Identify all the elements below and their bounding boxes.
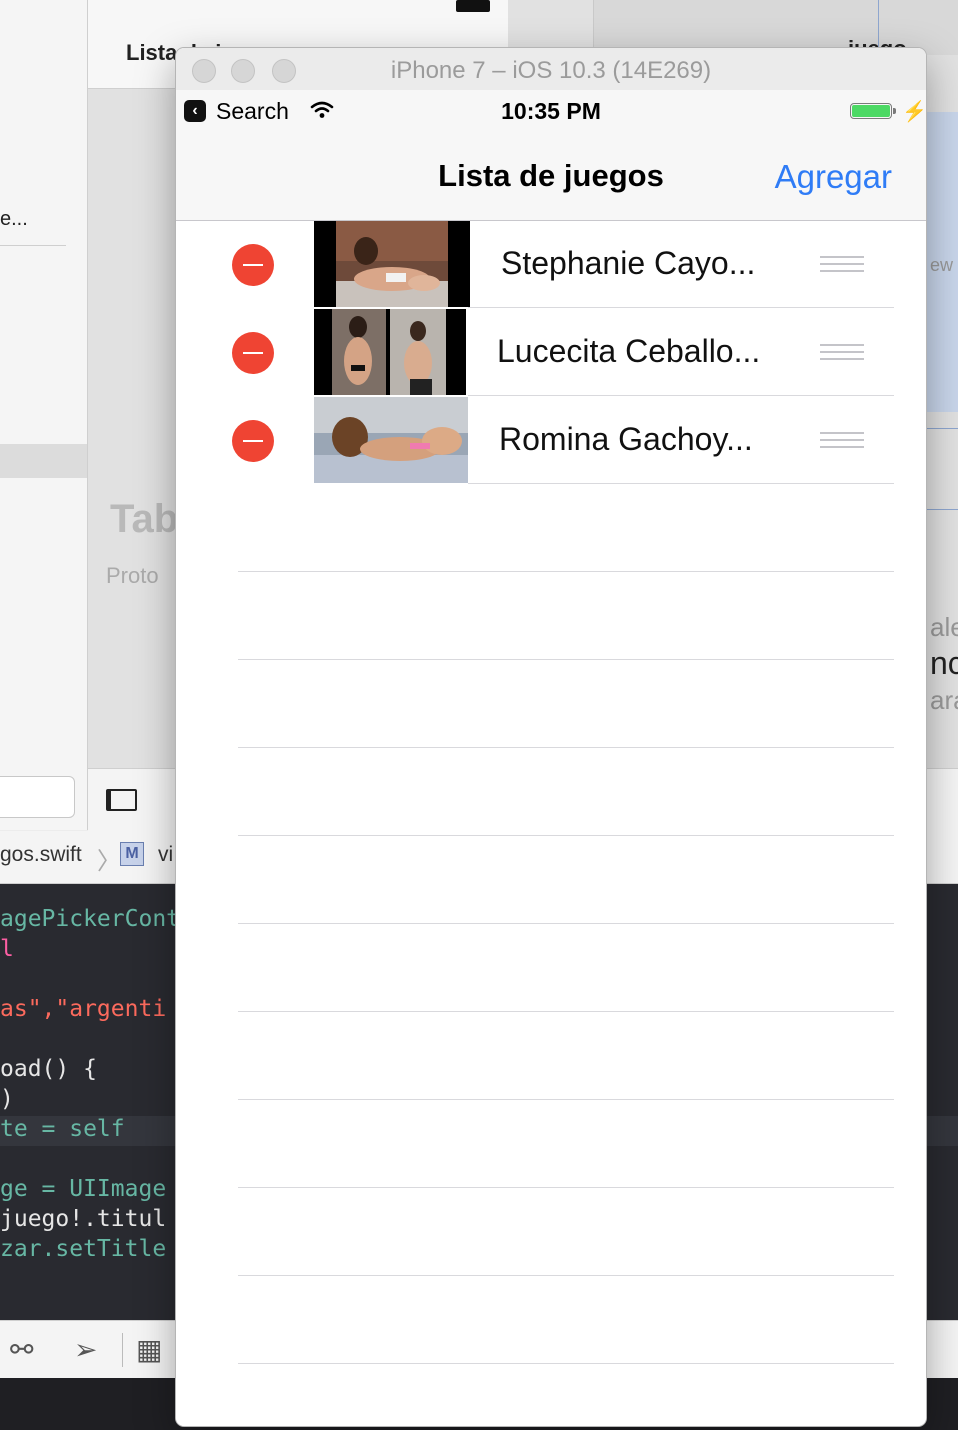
- photo-thumbnail-icon: [314, 309, 466, 395]
- empty-row-separator: [238, 1363, 894, 1364]
- simulator-titlebar[interactable]: iPhone 7 – iOS 10.3 (14E269): [176, 48, 926, 91]
- ib-view-lines: [926, 428, 958, 510]
- row-separator: [468, 483, 894, 484]
- status-time: 10:35 PM: [501, 98, 601, 124]
- sidebar-toggle-icon[interactable]: [106, 789, 137, 811]
- row-label: Lucecita Ceballo...: [497, 333, 761, 369]
- code-line: juego!.titul: [0, 1206, 167, 1232]
- chevron-right-icon: 〉: [97, 848, 121, 875]
- empty-row-separator: [238, 1011, 894, 1012]
- ib-battery-icon: [456, 0, 490, 12]
- empty-row-separator: [238, 571, 894, 572]
- code-line: oad() {: [0, 1056, 97, 1082]
- method-icon: M: [120, 842, 144, 866]
- add-button[interactable]: Agregar: [775, 158, 892, 196]
- code-line: ): [0, 1086, 14, 1112]
- empty-row-separator: [238, 1275, 894, 1276]
- empty-row-separator: [238, 1187, 894, 1188]
- memory-graph-icon[interactable]: ⚯: [10, 1333, 33, 1366]
- row-thumbnail: [314, 221, 470, 307]
- empty-row-separator: [238, 835, 894, 836]
- ib-peek-text: nc: [930, 645, 958, 681]
- table-row[interactable]: Lucecita Ceballo...: [176, 309, 926, 396]
- empty-row-separator: [238, 923, 894, 924]
- battery-icon: [850, 103, 892, 119]
- empty-row-separator: [238, 1099, 894, 1100]
- charging-bolt-icon: ⚡: [902, 101, 926, 123]
- code-line: zar.setTitle: [0, 1236, 167, 1262]
- table-row[interactable]: Romina Gachoy...: [176, 397, 926, 484]
- simulator-title: iPhone 7 – iOS 10.3 (14E269): [390, 57, 712, 84]
- ib-peek-text: ara: [930, 685, 958, 715]
- ib-peek-text: ew: [930, 255, 954, 275]
- row-separator: [468, 307, 894, 308]
- photo-thumbnail-icon: [314, 397, 468, 483]
- row-label: Romina Gachoy...: [499, 421, 753, 457]
- xcode-navigator-panel: e...: [0, 0, 88, 830]
- code-line: ge = UIImage: [0, 1176, 167, 1202]
- reorder-handle-icon[interactable]: [820, 432, 864, 450]
- games-table[interactable]: Stephanie Cayo... Lucecita Ceballo... Ro…: [176, 221, 926, 1426]
- delete-row-button[interactable]: [232, 244, 274, 286]
- navigator-filter-field[interactable]: [0, 776, 75, 818]
- delete-row-button[interactable]: [232, 332, 274, 374]
- jump-bar-symbol[interactable]: vi: [158, 843, 173, 867]
- ib-peek-text: ale: [930, 612, 958, 642]
- ib-placeholder-prototype: Proto: [106, 563, 159, 588]
- simulator-window: iPhone 7 – iOS 10.3 (14E269) ‹ Search 10…: [176, 48, 926, 1426]
- ios-status-bar: ‹ Search 10:35 PM ⚡: [176, 90, 926, 134]
- jump-bar-file[interactable]: gos.swift: [0, 843, 82, 867]
- navigator-item-truncated[interactable]: e...: [0, 208, 28, 231]
- navigator-selected-row[interactable]: [0, 444, 87, 478]
- code-line: agePickerCont: [0, 906, 181, 932]
- row-label: Stephanie Cayo...: [501, 245, 756, 281]
- delete-row-button[interactable]: [232, 420, 274, 462]
- navigation-bar: Lista de juegos Agregar: [176, 134, 926, 221]
- toolbar-divider: [122, 1333, 123, 1367]
- reorder-handle-icon[interactable]: [820, 256, 864, 274]
- code-line: l: [0, 936, 14, 962]
- code-line: as","argenti: [0, 996, 167, 1022]
- row-separator: [468, 395, 894, 396]
- battery-level: [852, 105, 890, 117]
- navigator-divider: [0, 245, 66, 246]
- table-row[interactable]: Stephanie Cayo...: [176, 221, 926, 308]
- location-arrow-icon[interactable]: ➢: [74, 1333, 97, 1366]
- code-line: te = self: [0, 1116, 125, 1142]
- battery-tip: [893, 108, 896, 114]
- view-hierarchy-icon[interactable]: ▦: [136, 1333, 162, 1366]
- photo-thumbnail-icon: [314, 221, 470, 307]
- ib-placeholder-tab: Tab: [110, 497, 179, 541]
- empty-row-separator: [238, 747, 894, 748]
- empty-row-separator: [238, 659, 894, 660]
- reorder-handle-icon[interactable]: [820, 344, 864, 362]
- row-thumbnail: [314, 309, 466, 395]
- row-thumbnail: [314, 397, 468, 483]
